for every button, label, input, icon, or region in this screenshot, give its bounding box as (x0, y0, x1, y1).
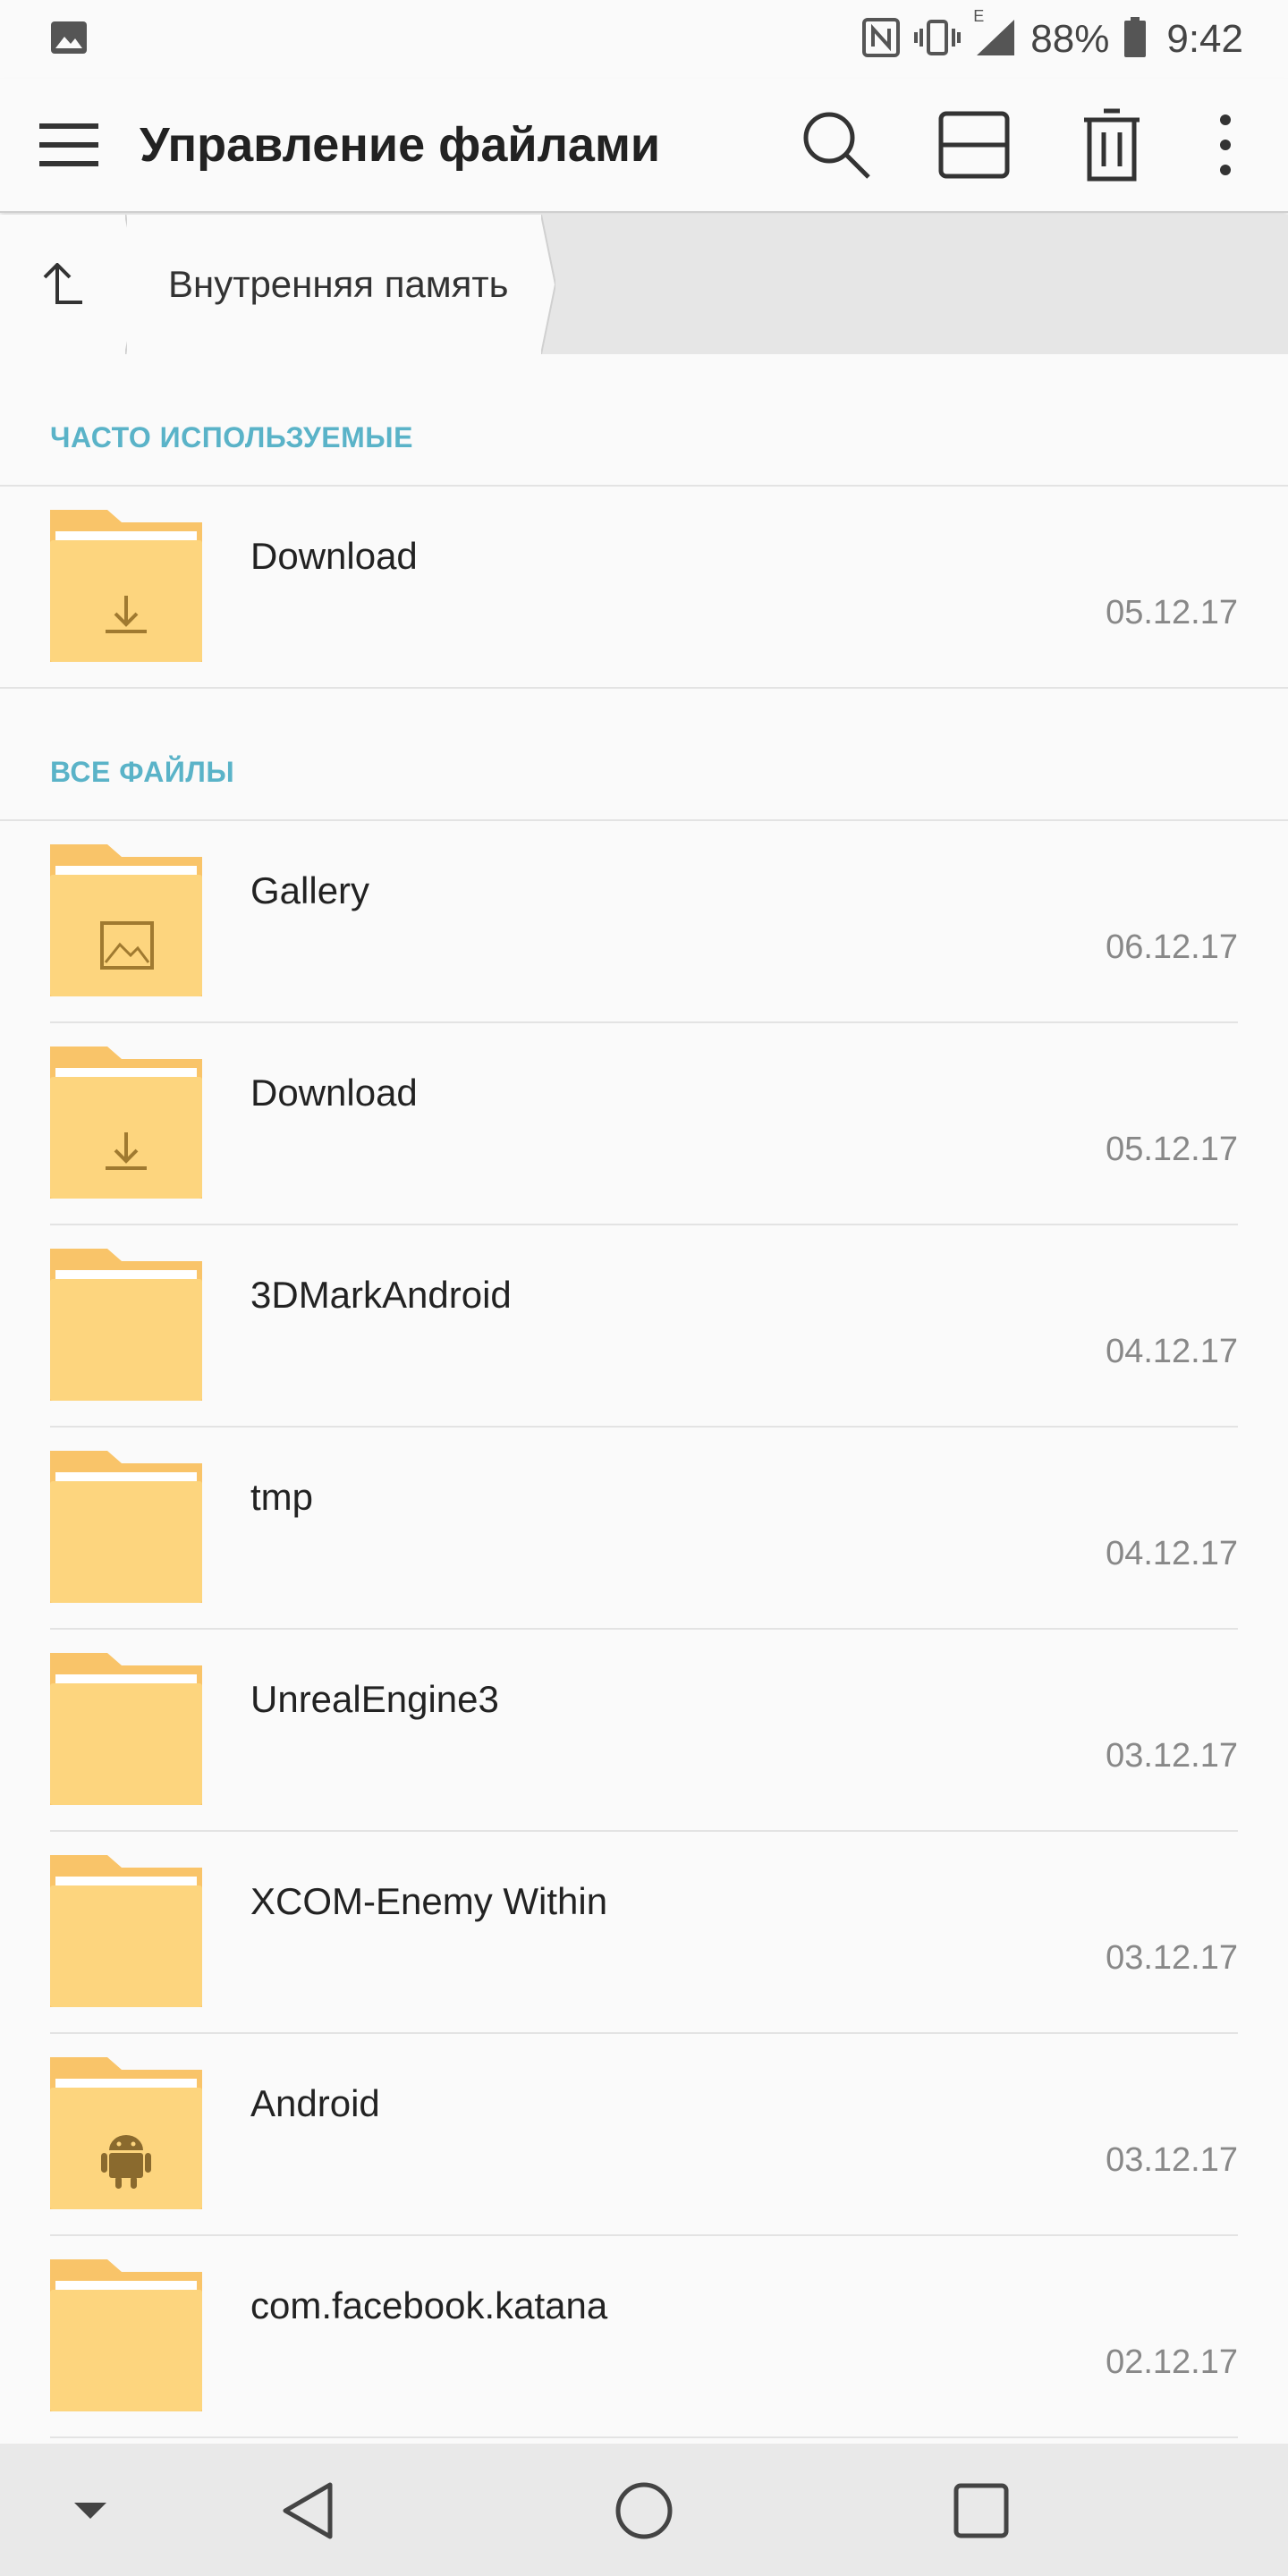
view-toggle-button[interactable] (905, 91, 1043, 199)
file-name: XCOM-Enemy Within (250, 1880, 608, 1922)
navigate-up-button[interactable] (0, 215, 140, 354)
file-name: Android (250, 2082, 380, 2124)
file-list: ЧАСТО ИСПОЛЬЗУЕМЫЕ Download 05.12.17 ВСЕ … (0, 354, 1288, 2438)
file-date: 04.12.17 (1106, 1535, 1238, 1572)
more-icon (1220, 114, 1231, 175)
file-date: 06.12.17 (1106, 928, 1238, 966)
file-name: Download (250, 535, 418, 577)
delete-button[interactable] (1043, 91, 1181, 199)
folder-icon (50, 1652, 202, 1809)
folder-icon (50, 1450, 202, 1607)
app-bar: Управление файлами (0, 79, 1288, 213)
back-icon (283, 2482, 333, 2539)
section-header-frequent: ЧАСТО ИСПОЛЬЗУЕМЫЕ (0, 354, 1288, 487)
delete-icon (1084, 108, 1140, 182)
list-item[interactable]: UnrealEngine3 03.12.17 (0, 1630, 1288, 1832)
home-icon (615, 2482, 673, 2539)
back-button[interactable] (268, 2470, 349, 2551)
signal-icon: E (973, 7, 1016, 62)
more-options-button[interactable] (1181, 91, 1270, 199)
divider (0, 687, 1288, 689)
file-date: 05.12.17 (1106, 1131, 1238, 1168)
battery-icon (1123, 16, 1147, 63)
navigation-bar (0, 2444, 1288, 2576)
list-item[interactable]: com.facebook.katana 02.12.17 (0, 2236, 1288, 2438)
file-date: 02.12.17 (1106, 2343, 1238, 2381)
folder-icon (50, 843, 202, 1001)
file-name: com.facebook.katana (250, 2284, 608, 2326)
page-title: Управление файлами (140, 118, 661, 172)
recents-button[interactable] (941, 2470, 1021, 2551)
breadcrumb-label: Внутренняя память (168, 263, 509, 305)
file-date: 03.12.17 (1106, 1737, 1238, 1775)
file-date: 03.12.17 (1106, 1939, 1238, 1977)
hide-nav-button[interactable] (50, 2470, 131, 2551)
home-button[interactable] (604, 2470, 684, 2551)
hide-nav-icon (74, 2503, 106, 2519)
list-item[interactable]: tmp 04.12.17 (0, 1428, 1288, 1630)
breadcrumb-separator (540, 215, 555, 354)
folder-icon (50, 1854, 202, 2012)
list-item[interactable]: XCOM-Enemy Within 03.12.17 (0, 1832, 1288, 2034)
folder-icon (50, 1046, 202, 1203)
file-name: tmp (250, 1476, 314, 1518)
file-name: UnrealEngine3 (250, 1678, 499, 1720)
folder-icon (50, 1248, 202, 1405)
breadcrumb-item-internal-storage[interactable]: Внутренняя память (127, 215, 555, 354)
list-item[interactable]: Download 05.12.17 (0, 1023, 1288, 1225)
file-name: Download (250, 1072, 418, 1114)
list-item[interactable]: Download 05.12.17 (0, 487, 1288, 689)
folder-icon (50, 2056, 202, 2214)
section-header-all-files: ВСЕ ФАЙЛЫ (0, 689, 1288, 821)
menu-button[interactable] (20, 96, 118, 194)
gallery-notification-icon (50, 21, 88, 59)
network-type-label: E (973, 6, 985, 25)
file-name: 3DMarkAndroid (250, 1274, 512, 1316)
list-item[interactable]: Android 03.12.17 (0, 2034, 1288, 2236)
view-toggle-icon (938, 111, 1010, 179)
arrow-up-icon (43, 263, 82, 304)
search-icon (803, 112, 870, 179)
file-date: 03.12.17 (1106, 2141, 1238, 2179)
hamburger-icon (39, 123, 98, 166)
recents-icon (953, 2483, 1009, 2538)
file-date: 04.12.17 (1106, 1333, 1238, 1370)
nfc-icon (862, 17, 901, 62)
file-date: 05.12.17 (1106, 594, 1238, 631)
battery-percent: 88% (1030, 17, 1110, 61)
vibrate-icon (914, 18, 962, 62)
clock: 9:42 (1166, 17, 1243, 61)
breadcrumb: Внутренняя память (0, 215, 1288, 354)
folder-icon (50, 2258, 202, 2416)
folder-icon (50, 509, 202, 666)
list-item[interactable]: 3DMarkAndroid 04.12.17 (0, 1225, 1288, 1428)
status-bar: E 88% 9:42 (0, 0, 1288, 79)
divider (50, 2436, 1238, 2438)
search-button[interactable] (767, 91, 905, 199)
file-name: Gallery (250, 869, 370, 911)
list-item[interactable]: Gallery 06.12.17 (0, 821, 1288, 1023)
